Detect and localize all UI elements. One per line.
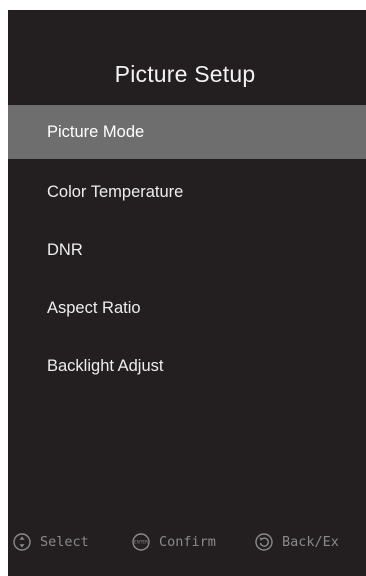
- menu-item-picture-mode[interactable]: Picture Mode: [8, 105, 366, 159]
- back-arrow-icon: [255, 533, 273, 551]
- confirm-hint: ENTER Confirm: [132, 530, 216, 554]
- tv-menu-screen: Picture Setup Picture Mode Color Tempera…: [8, 10, 366, 576]
- button-hints-bar: Select ENTER Confirm Back/Ex: [8, 530, 366, 554]
- back-hint-label: Back/Ex: [282, 534, 339, 550]
- picture-setup-menu: Picture Mode Color Temperature DNR Aspec…: [8, 105, 366, 395]
- select-hint: Select: [13, 530, 89, 554]
- menu-item-color-temperature[interactable]: Color Temperature: [8, 163, 366, 221]
- back-hint: Back/Ex: [255, 530, 339, 554]
- menu-title: Picture Setup: [114, 61, 256, 87]
- enter-button-icon: ENTER: [132, 533, 150, 551]
- up-down-arrows-icon: [13, 533, 31, 551]
- select-hint-label: Select: [40, 534, 89, 550]
- confirm-hint-label: Confirm: [159, 534, 216, 550]
- menu-item-dnr[interactable]: DNR: [8, 221, 366, 279]
- menu-item-backlight-adjust[interactable]: Backlight Adjust: [8, 337, 366, 395]
- enter-icon-text: ENTER: [134, 540, 148, 545]
- menu-item-aspect-ratio[interactable]: Aspect Ratio: [8, 279, 366, 337]
